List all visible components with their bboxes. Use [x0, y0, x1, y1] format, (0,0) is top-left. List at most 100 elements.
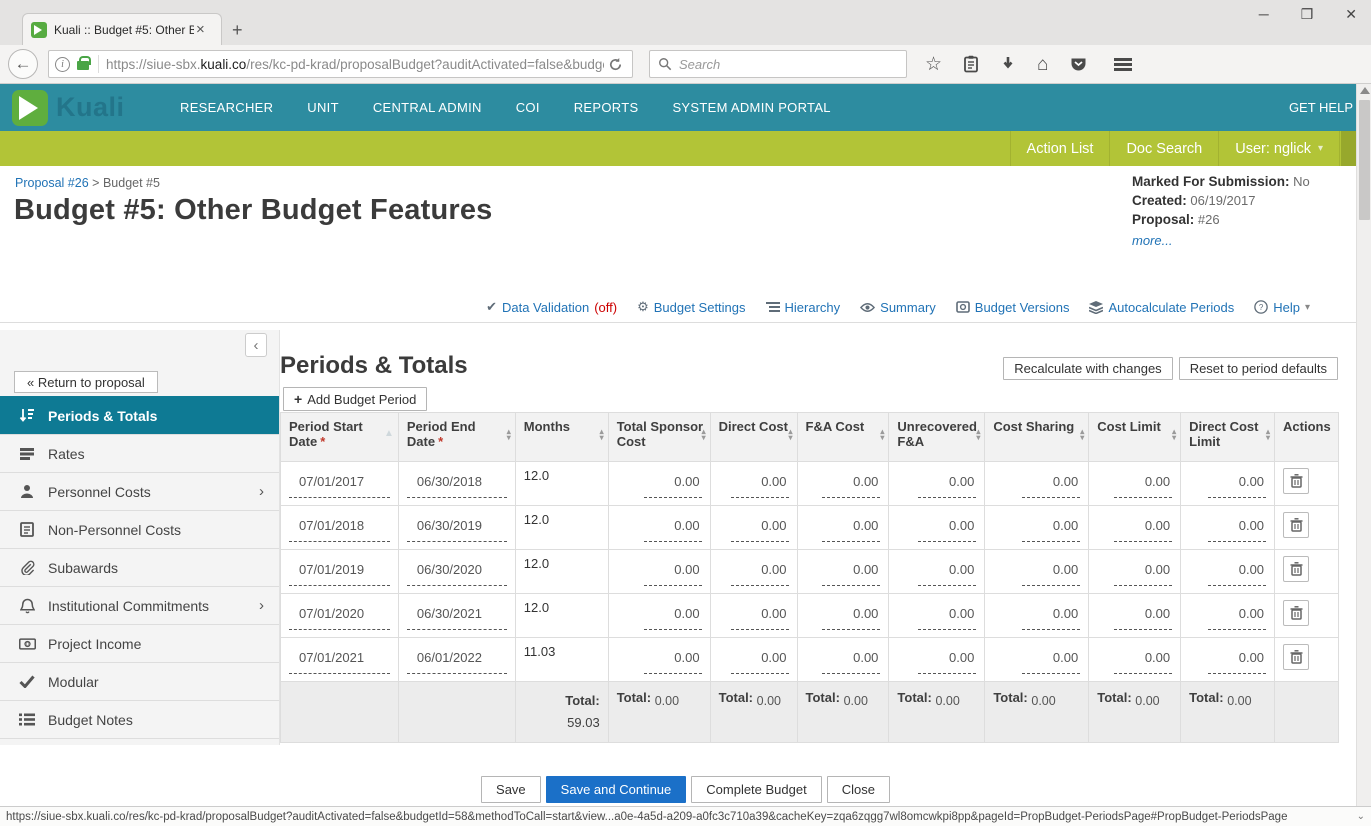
doc-search-link[interactable]: Doc Search: [1109, 131, 1218, 166]
amount-field[interactable]: 0.00: [889, 506, 986, 549]
bookmark-star-icon[interactable]: ☆: [925, 55, 942, 74]
help-menu[interactable]: ? Help ▾: [1254, 300, 1310, 315]
sidebar-item-budget-summary[interactable]: Budget Summary: [0, 738, 279, 745]
amount-field[interactable]: 0.00: [1089, 638, 1182, 681]
info-icon[interactable]: i: [55, 56, 70, 72]
column-header-cost-sharing[interactable]: Cost Sharing ▴ ▾: [985, 413, 1090, 461]
amount-field[interactable]: 0.00: [889, 550, 986, 593]
amount-field[interactable]: 0.00: [711, 506, 798, 549]
sidebar-item-periods-totals[interactable]: Periods & Totals: [0, 396, 279, 434]
kuali-logo[interactable]: Kuali: [12, 89, 162, 126]
delete-period-button[interactable]: [1283, 644, 1310, 670]
nav-item-reports[interactable]: REPORTS: [574, 100, 639, 115]
amount-field[interactable]: 0.00: [711, 462, 798, 505]
reload-icon[interactable]: [608, 57, 626, 72]
action-list-link[interactable]: Action List: [1009, 131, 1110, 166]
column-header-period-start[interactable]: Period Start Date * ▲: [281, 413, 399, 461]
amount-field[interactable]: 0.00: [711, 550, 798, 593]
nav-item-researcher[interactable]: RESEARCHER: [180, 100, 273, 115]
budget-versions-link[interactable]: Budget Versions: [955, 300, 1069, 315]
sidebar-collapse-button[interactable]: ‹: [245, 333, 267, 357]
delete-period-button[interactable]: [1283, 468, 1310, 494]
recalculate-button[interactable]: Recalculate with changes: [1003, 357, 1173, 380]
period-start-field[interactable]: 07/01/2019: [281, 550, 399, 593]
period-end-field[interactable]: 06/30/2018: [399, 462, 516, 505]
amount-field[interactable]: 0.00: [985, 506, 1090, 549]
user-menu[interactable]: User: nglick ▾: [1218, 131, 1340, 166]
amount-field[interactable]: 0.00: [1181, 462, 1276, 505]
sidebar-item-personnel-costs[interactable]: Personnel Costs ›: [0, 472, 279, 510]
column-header-direct-cost[interactable]: Direct Cost ▴ ▾: [711, 413, 798, 461]
new-tab-button[interactable]: +: [232, 20, 243, 41]
amount-field[interactable]: 0.00: [609, 506, 711, 549]
nav-item-unit[interactable]: UNIT: [307, 100, 339, 115]
amount-field[interactable]: 0.00: [609, 594, 711, 637]
budget-settings-link[interactable]: ⚙ Budget Settings: [637, 299, 745, 315]
amount-field[interactable]: 0.00: [609, 550, 711, 593]
amount-field[interactable]: 0.00: [798, 462, 890, 505]
period-start-field[interactable]: 07/01/2017: [281, 462, 399, 505]
delete-period-button[interactable]: [1283, 600, 1310, 626]
amount-field[interactable]: 0.00: [985, 594, 1090, 637]
amount-field[interactable]: 0.00: [1089, 550, 1182, 593]
back-button[interactable]: ←: [8, 49, 38, 79]
period-start-field[interactable]: 07/01/2021: [281, 638, 399, 681]
close-icon[interactable]: ✕: [1345, 6, 1357, 23]
menu-icon[interactable]: [1113, 57, 1132, 71]
save-and-continue-button[interactable]: Save and Continue: [545, 776, 687, 803]
tab-close-icon[interactable]: ×: [196, 22, 205, 37]
column-header-cost-limit[interactable]: Cost Limit ▴ ▾: [1089, 413, 1182, 461]
more-link[interactable]: more...: [1132, 233, 1342, 248]
period-end-field[interactable]: 06/30/2021: [399, 594, 516, 637]
summary-link[interactable]: Summary: [860, 300, 936, 315]
column-header-unrecovered-fa[interactable]: Unrecovered F&A ▴ ▾: [889, 413, 986, 461]
nav-item-central-admin[interactable]: CENTRAL ADMIN: [373, 100, 482, 115]
column-header-total-sponsor-cost[interactable]: Total Sponsor Cost ▴ ▾: [609, 413, 711, 461]
close-button[interactable]: Close: [826, 776, 890, 803]
autocalculate-periods-link[interactable]: Autocalculate Periods: [1089, 300, 1234, 315]
sidebar-item-subawards[interactable]: Subawards: [0, 548, 279, 586]
amount-field[interactable]: 0.00: [1089, 506, 1182, 549]
amount-field[interactable]: 0.00: [798, 550, 890, 593]
delete-period-button[interactable]: [1283, 556, 1310, 582]
vertical-scrollbar[interactable]: [1356, 84, 1371, 806]
hierarchy-link[interactable]: Hierarchy: [765, 300, 840, 315]
minimize-icon[interactable]: ─: [1259, 6, 1269, 23]
maximize-icon[interactable]: ❒: [1301, 6, 1314, 23]
nav-item-coi[interactable]: COI: [516, 100, 540, 115]
sidebar-item-institutional-commitments[interactable]: Institutional Commitments ›: [0, 586, 279, 624]
column-header-period-end[interactable]: Period End Date * ▴ ▾: [399, 413, 516, 461]
amount-field[interactable]: 0.00: [985, 550, 1090, 593]
return-to-proposal-button[interactable]: « Return to proposal: [14, 371, 158, 393]
amount-field[interactable]: 0.00: [889, 462, 986, 505]
period-end-field[interactable]: 06/01/2022: [399, 638, 516, 681]
delete-period-button[interactable]: [1283, 512, 1310, 538]
amount-field[interactable]: 0.00: [798, 506, 890, 549]
amount-field[interactable]: 0.00: [1089, 462, 1182, 505]
amount-field[interactable]: 0.00: [985, 462, 1090, 505]
period-start-field[interactable]: 07/01/2018: [281, 506, 399, 549]
amount-field[interactable]: 0.00: [798, 594, 890, 637]
amount-field[interactable]: 0.00: [889, 594, 986, 637]
amount-field[interactable]: 0.00: [1181, 638, 1276, 681]
sidebar-item-project-income[interactable]: 0 Project Income: [0, 624, 279, 662]
browser-tab[interactable]: Kuali :: Budget #5: Other Bud ×: [22, 13, 222, 45]
period-end-field[interactable]: 06/30/2020: [399, 550, 516, 593]
sidebar-item-rates[interactable]: Rates: [0, 434, 279, 472]
amount-field[interactable]: 0.00: [1181, 594, 1276, 637]
add-budget-period-button[interactable]: + Add Budget Period: [283, 387, 428, 411]
complete-budget-button[interactable]: Complete Budget: [691, 776, 822, 803]
amount-field[interactable]: 0.00: [609, 638, 711, 681]
url-text[interactable]: https://siue-sbx.kuali.co/res/kc-pd-krad…: [106, 57, 604, 72]
column-header-direct-cost-limit[interactable]: Direct Cost Limit ▴ ▾: [1181, 413, 1276, 461]
sidebar-item-non-personnel-costs[interactable]: Non-Personnel Costs: [0, 510, 279, 548]
get-help-link[interactable]: GET HELP: [1289, 100, 1353, 115]
amount-field[interactable]: 0.00: [1181, 550, 1276, 593]
data-validation-link[interactable]: ✔ Data Validation (off): [486, 299, 617, 315]
amount-field[interactable]: 0.00: [985, 638, 1090, 681]
scroll-up-icon[interactable]: [1360, 87, 1370, 94]
nav-item-system-admin-portal[interactable]: SYSTEM ADMIN PORTAL: [672, 100, 830, 115]
period-start-field[interactable]: 07/01/2020: [281, 594, 399, 637]
amount-field[interactable]: 0.00: [711, 638, 798, 681]
clipboard-icon[interactable]: [963, 55, 979, 73]
